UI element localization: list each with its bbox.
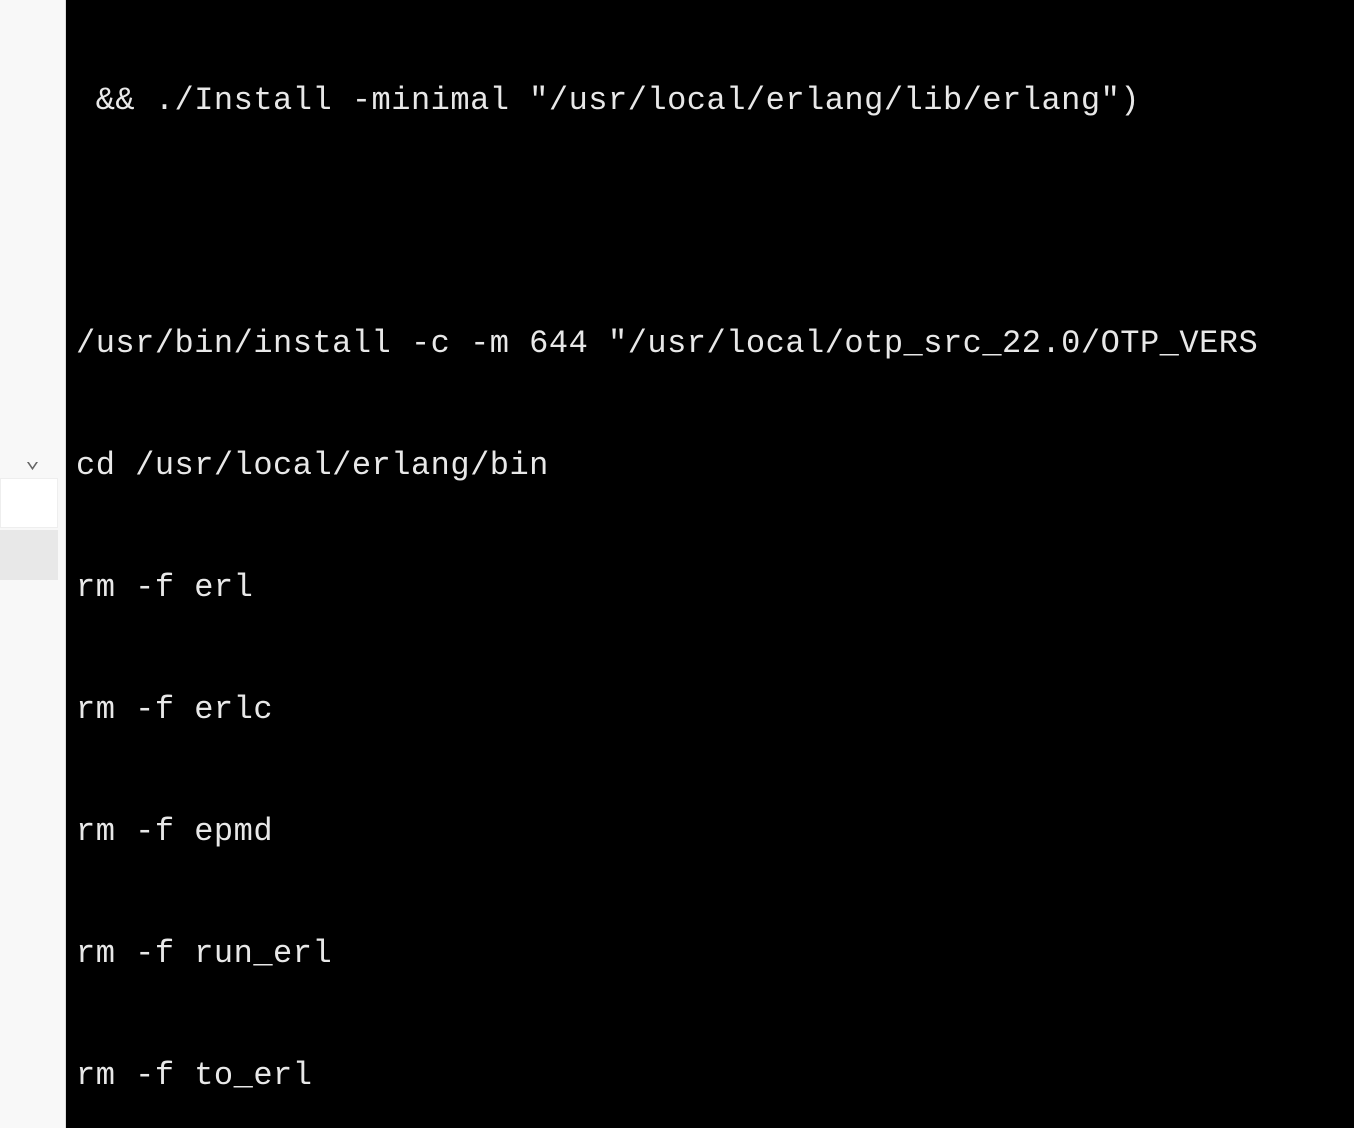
sidebar: ⌄ (0, 0, 66, 1128)
sidebar-highlight (0, 530, 58, 580)
terminal-line: rm -f run_erl (76, 934, 1344, 975)
terminal-line (76, 203, 1344, 243)
terminal-line: rm -f to_erl (76, 1056, 1344, 1097)
terminal-output[interactable]: && ./Install -minimal "/usr/local/erlang… (66, 0, 1354, 1128)
terminal-line: && ./Install -minimal "/usr/local/erlang… (76, 81, 1344, 122)
terminal-line: rm -f erl (76, 568, 1344, 609)
terminal-line: rm -f epmd (76, 812, 1344, 853)
terminal-line: cd /usr/local/erlang/bin (76, 446, 1344, 487)
terminal-line: rm -f erlc (76, 690, 1344, 731)
terminal-line: /usr/bin/install -c -m 644 "/usr/local/o… (76, 324, 1344, 365)
sidebar-box (0, 478, 58, 528)
chevron-down-icon[interactable]: ⌄ (25, 445, 39, 475)
